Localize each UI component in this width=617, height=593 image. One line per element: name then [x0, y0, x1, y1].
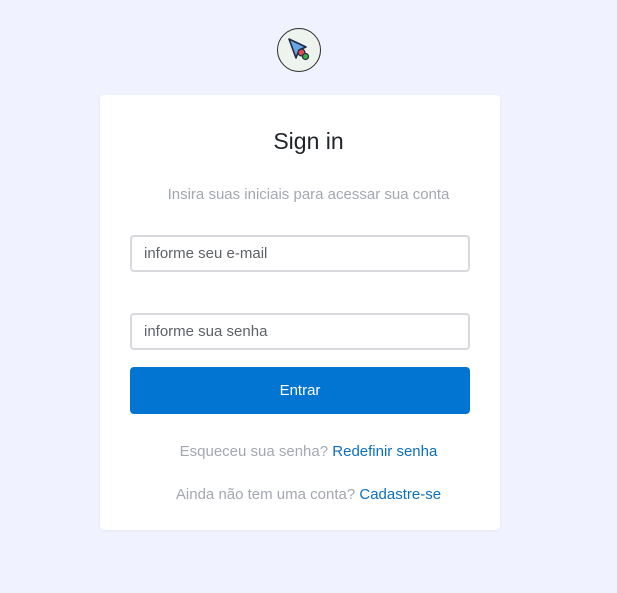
app-logo	[277, 28, 321, 72]
signin-submit-button[interactable]: Entrar	[130, 367, 470, 414]
signup-row: Ainda não tem uma conta? Cadastre-se	[0, 485, 617, 505]
cursor-pointer-icon	[288, 38, 310, 61]
signup-text: Ainda não tem uma conta?	[175, 486, 356, 503]
email-field[interactable]	[130, 235, 470, 272]
signup-link[interactable]: Cadastre-se	[359, 486, 441, 503]
signin-subtitle: Insira suas iniciais para acessar sua co…	[167, 186, 450, 203]
reset-password-link[interactable]: Redefinir senha	[332, 443, 437, 460]
forgot-password-row: Esqueceu sua senha? Redefinir senha	[0, 442, 617, 462]
page-title: Sign in	[273, 128, 344, 154]
password-field[interactable]	[130, 313, 470, 350]
forgot-password-text: Esqueceu sua senha?	[179, 443, 329, 460]
